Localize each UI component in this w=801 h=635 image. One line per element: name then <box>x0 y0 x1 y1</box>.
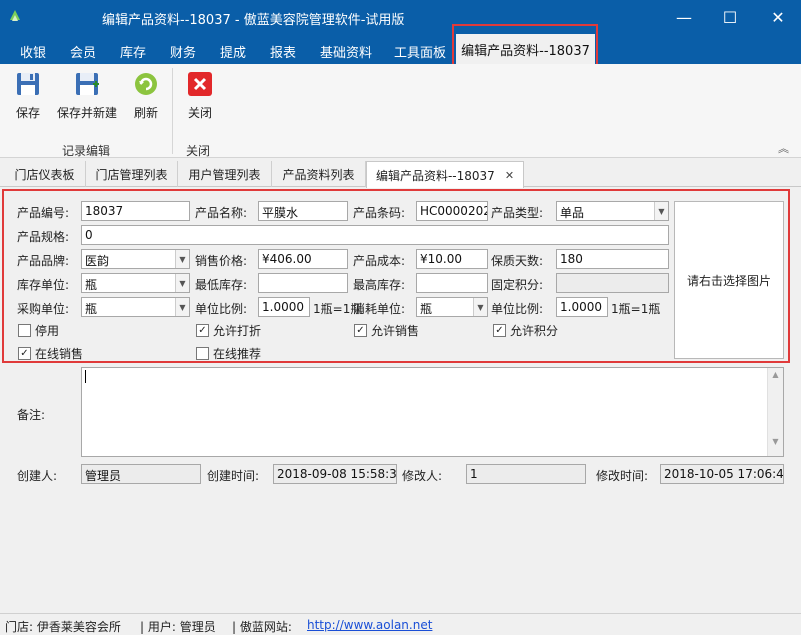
text-cursor <box>85 370 86 383</box>
menu-commission[interactable]: 提成 <box>220 42 246 61</box>
modified-time-field: 2018-10-05 17:06:40 <box>660 464 784 484</box>
group-label-record-edit: 记录编辑 <box>62 144 111 158</box>
modifier-field: 1 <box>466 464 586 484</box>
menu-basic-data[interactable]: 基础资料 <box>320 42 372 61</box>
tab-store-dashboard[interactable]: 门店仪表板 <box>4 161 86 187</box>
app-logo-icon <box>10 10 20 21</box>
status-store: 门店: 伊香莱美容会所 <box>5 620 121 634</box>
menu-inventory[interactable]: 库存 <box>120 42 146 61</box>
floppy-icon <box>17 73 39 95</box>
refresh-button[interactable]: 刷新 <box>126 70 166 121</box>
status-user: | 用户: 管理员 <box>140 620 216 634</box>
save-and-new-button[interactable]: 保存并新建 <box>56 70 118 121</box>
floppy-new-icon <box>76 73 99 95</box>
menu-reports[interactable]: 报表 <box>270 42 296 61</box>
memo-textarea[interactable]: ▲ ▼ <box>81 367 784 457</box>
group-label-close: 关闭 <box>186 144 211 158</box>
main-menu-bar: 收银 会员 库存 财务 提成 报表 基础资料 工具面板 <box>0 34 801 64</box>
ribbon-separator <box>172 68 173 154</box>
title-bar: 编辑产品资料--18037 - 傲蓝美容院管理软件-试用版 — ☐ ✕ <box>0 0 801 34</box>
tab-user-list[interactable]: 用户管理列表 <box>178 161 272 187</box>
created-time-label: 创建时间: <box>207 469 260 483</box>
status-bar: 门店: 伊香莱美容会所 | 用户: 管理员 | 傲蓝网站: http://www… <box>0 613 801 635</box>
memo-label: 备注: <box>17 408 46 422</box>
ribbon-toolbar: 保存 保存并新建 刷新 关闭 记录编辑 关闭 ︽ <box>0 64 801 158</box>
tab-product-list[interactable]: 产品资料列表 <box>272 161 366 187</box>
scroll-down-icon[interactable]: ▼ <box>768 437 783 446</box>
created-time-field: 2018-09-08 15:58:34 <box>273 464 397 484</box>
menu-cashier[interactable]: 收银 <box>20 42 46 61</box>
maximize-button[interactable]: ☐ <box>707 0 753 34</box>
close-page-button[interactable]: 关闭 <box>180 70 220 121</box>
minimize-button[interactable]: — <box>661 0 707 34</box>
save-label: 保存 <box>15 106 40 120</box>
refresh-icon <box>135 73 157 95</box>
menu-finance[interactable]: 财务 <box>170 42 196 61</box>
website-link[interactable]: http://www.aolan.net <box>307 618 432 632</box>
collapse-ribbon-icon[interactable]: ︽ <box>778 140 789 156</box>
scroll-up-icon[interactable]: ▲ <box>768 370 783 379</box>
tab-edit-product[interactable]: 编辑产品资料--18037 ✕ <box>366 161 524 188</box>
save-button[interactable]: 保存 <box>8 70 48 121</box>
highlight-frame-menu <box>452 24 598 68</box>
status-site-label: | 傲蓝网站: <box>232 620 292 634</box>
save-and-new-label: 保存并新建 <box>56 106 117 120</box>
tab-store-list[interactable]: 门店管理列表 <box>86 161 178 187</box>
modified-time-label: 修改时间: <box>596 469 649 483</box>
menu-member[interactable]: 会员 <box>70 42 96 61</box>
creator-field: 管理员 <box>81 464 201 484</box>
window-title: 编辑产品资料--18037 - 傲蓝美容院管理软件-试用版 <box>102 13 405 28</box>
creator-label: 创建人: <box>17 469 58 483</box>
menu-tools-panel[interactable]: 工具面板 <box>394 42 446 61</box>
close-label: 关闭 <box>187 106 212 120</box>
modifier-label: 修改人: <box>402 469 443 483</box>
document-tabs: 门店仪表板 门店管理列表 用户管理列表 产品资料列表 编辑产品资料--18037… <box>0 161 801 188</box>
refresh-label: 刷新 <box>133 106 158 120</box>
tab-close-icon[interactable]: ✕ <box>505 169 514 182</box>
close-x-icon <box>188 72 212 96</box>
close-window-button[interactable]: ✕ <box>755 0 801 34</box>
memo-scrollbar[interactable]: ▲ ▼ <box>767 368 783 456</box>
tab-edit-product-label: 编辑产品资料--18037 <box>375 168 495 183</box>
highlight-frame-form <box>2 189 790 363</box>
